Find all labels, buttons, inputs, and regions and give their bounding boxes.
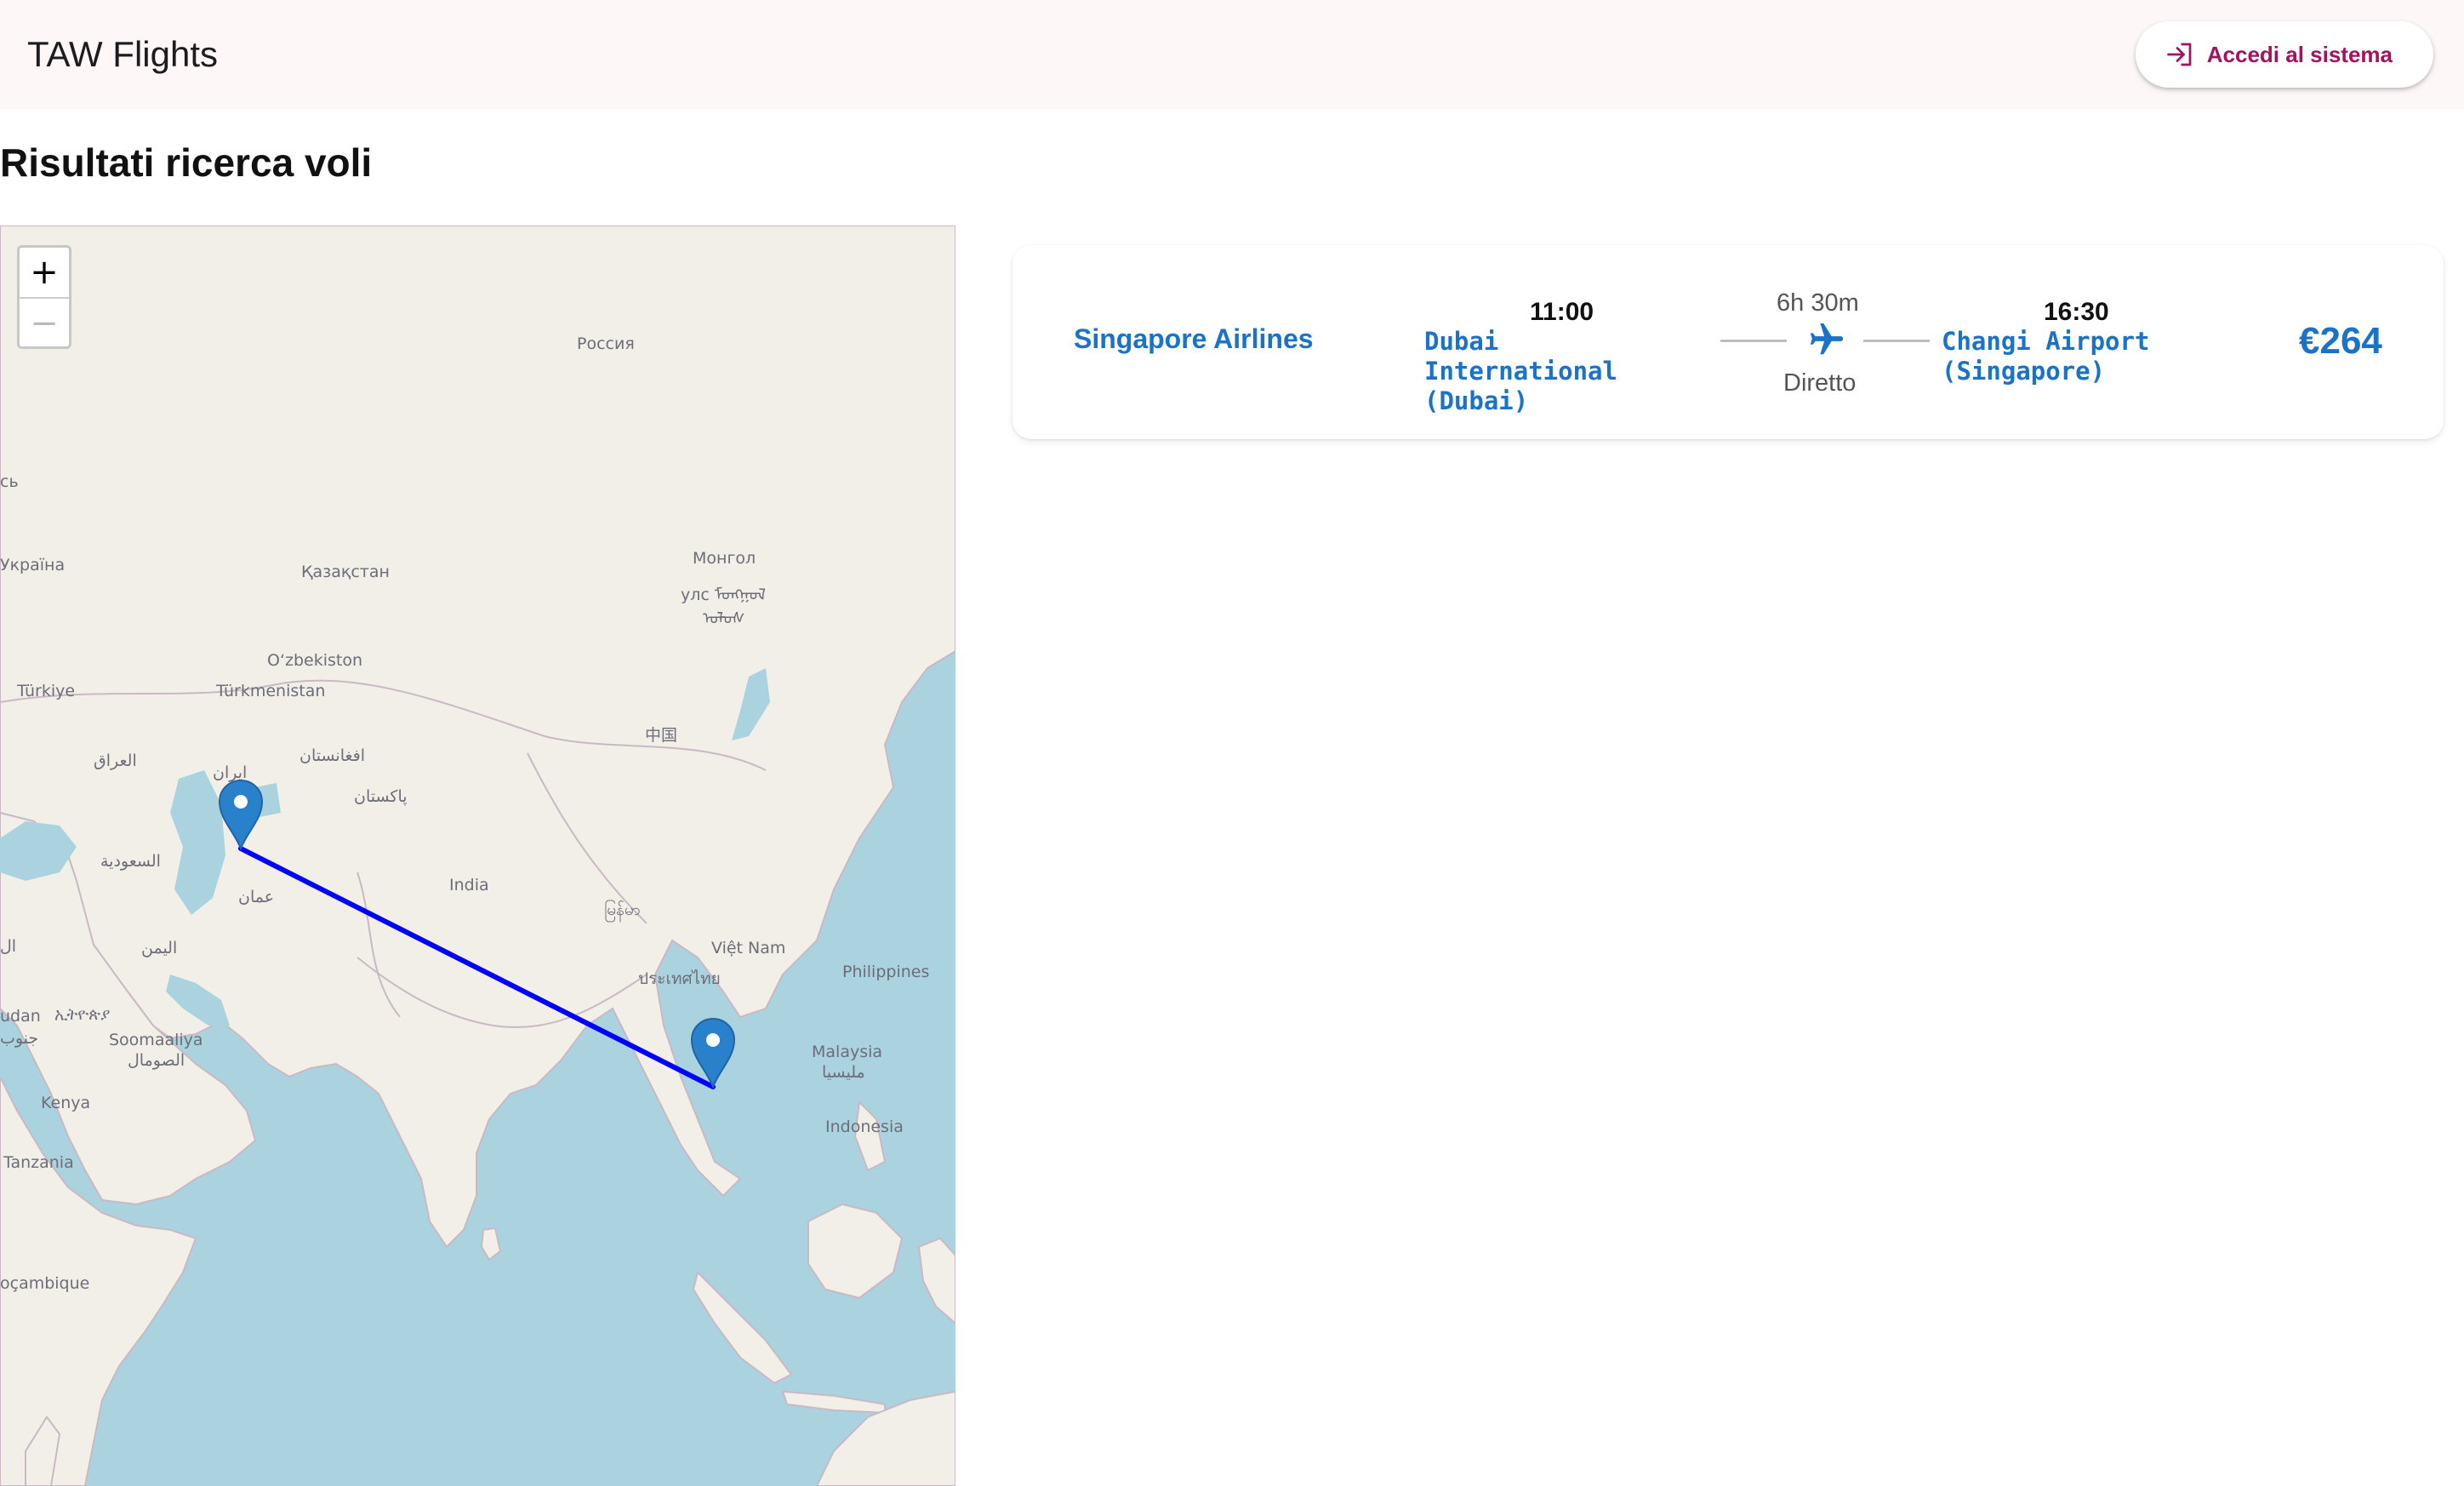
route-map[interactable]: Россия сь Україна Қазақстан Монгол улс ᠮ… xyxy=(0,226,955,1486)
airline-name: Singapore Airlines xyxy=(1074,323,1314,354)
arrival-airport: Changi Airport (Singapore) xyxy=(1942,327,2150,386)
route-divider-left xyxy=(1720,340,1787,342)
zoom-out-button[interactable]: − xyxy=(20,297,69,346)
top-app-bar: TAW Flights Accedi al sistema xyxy=(0,0,2464,109)
departure-time: 11:00 xyxy=(1530,298,1594,326)
login-button[interactable]: Accedi al sistema xyxy=(2135,21,2433,88)
origin-marker-icon[interactable] xyxy=(218,779,264,851)
route-divider-right xyxy=(1863,340,1930,342)
flight-result-card[interactable]: Singapore Airlines 11:00 Dubai Internati… xyxy=(1012,245,2444,439)
departure-airport: Dubai International (Dubai) xyxy=(1424,327,1617,415)
flight-price: €264 xyxy=(2299,320,2382,362)
airplane-icon xyxy=(1810,323,1844,355)
flight-route-line xyxy=(238,846,716,1089)
stops-label: Diretto xyxy=(1783,369,1857,397)
page-title: Risultati ricerca voli xyxy=(0,140,373,185)
login-icon xyxy=(2166,43,2192,66)
zoom-control: + − xyxy=(17,245,71,349)
app-title: TAW Flights xyxy=(27,34,219,74)
flight-duration: 6h 30m xyxy=(1777,289,1859,317)
route-overlay xyxy=(218,779,736,1089)
zoom-in-button[interactable]: + xyxy=(20,248,69,297)
arrival-time: 16:30 xyxy=(2044,298,2109,326)
login-button-label: Accedi al sistema xyxy=(2206,41,2393,67)
